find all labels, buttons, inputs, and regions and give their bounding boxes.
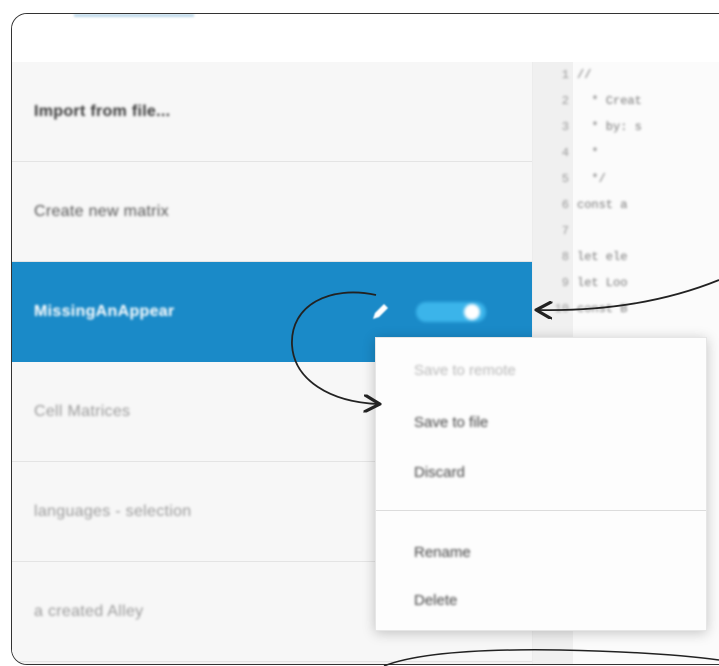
menu-item-label: Import from file... [34, 102, 171, 120]
menu-item-delete[interactable]: Delete [376, 580, 706, 620]
menu-item-label: Create new matrix [34, 202, 169, 220]
app-window: Import from file... Create new matrix Mi… [11, 13, 719, 665]
menu-item-create[interactable]: Create new matrix [12, 162, 532, 262]
menu-item-rename[interactable]: Rename [376, 532, 706, 572]
menu-item-save-remote: Save to remote [414, 361, 516, 379]
code-line: 5 */ [561, 172, 606, 186]
code-line: 9 let Loo [561, 276, 628, 290]
list-item-label: MissingAnAppear [34, 303, 175, 320]
list-item-label: languages - selection [34, 502, 192, 520]
menu-item-import[interactable]: Import from file... [12, 62, 532, 162]
code-line: 7 [561, 224, 569, 238]
menu-item-save-file[interactable]: Save to file [376, 402, 706, 442]
enable-toggle[interactable] [416, 302, 486, 322]
code-line: 10 const B [554, 302, 628, 316]
code-line: 4 * [561, 146, 599, 160]
menu-item-discard[interactable]: Discard [376, 452, 706, 492]
pencil-icon[interactable] [369, 301, 391, 323]
code-line: 3 * by: s [561, 120, 642, 134]
context-menu: Save to remote Save to file Discard Rena… [375, 337, 707, 631]
code-line: 1// [561, 68, 592, 82]
code-line: 6 const a [561, 198, 628, 212]
menu-divider [376, 510, 706, 511]
toggle-knob [464, 304, 480, 320]
top-bar [12, 14, 719, 62]
tab-indicator [74, 14, 194, 17]
list-item-label: Cell Matrices [34, 402, 131, 420]
code-line: 2 * Creat [561, 94, 642, 108]
code-line: 8 let ele [561, 250, 628, 264]
list-item-label: a created Alley [34, 602, 144, 620]
